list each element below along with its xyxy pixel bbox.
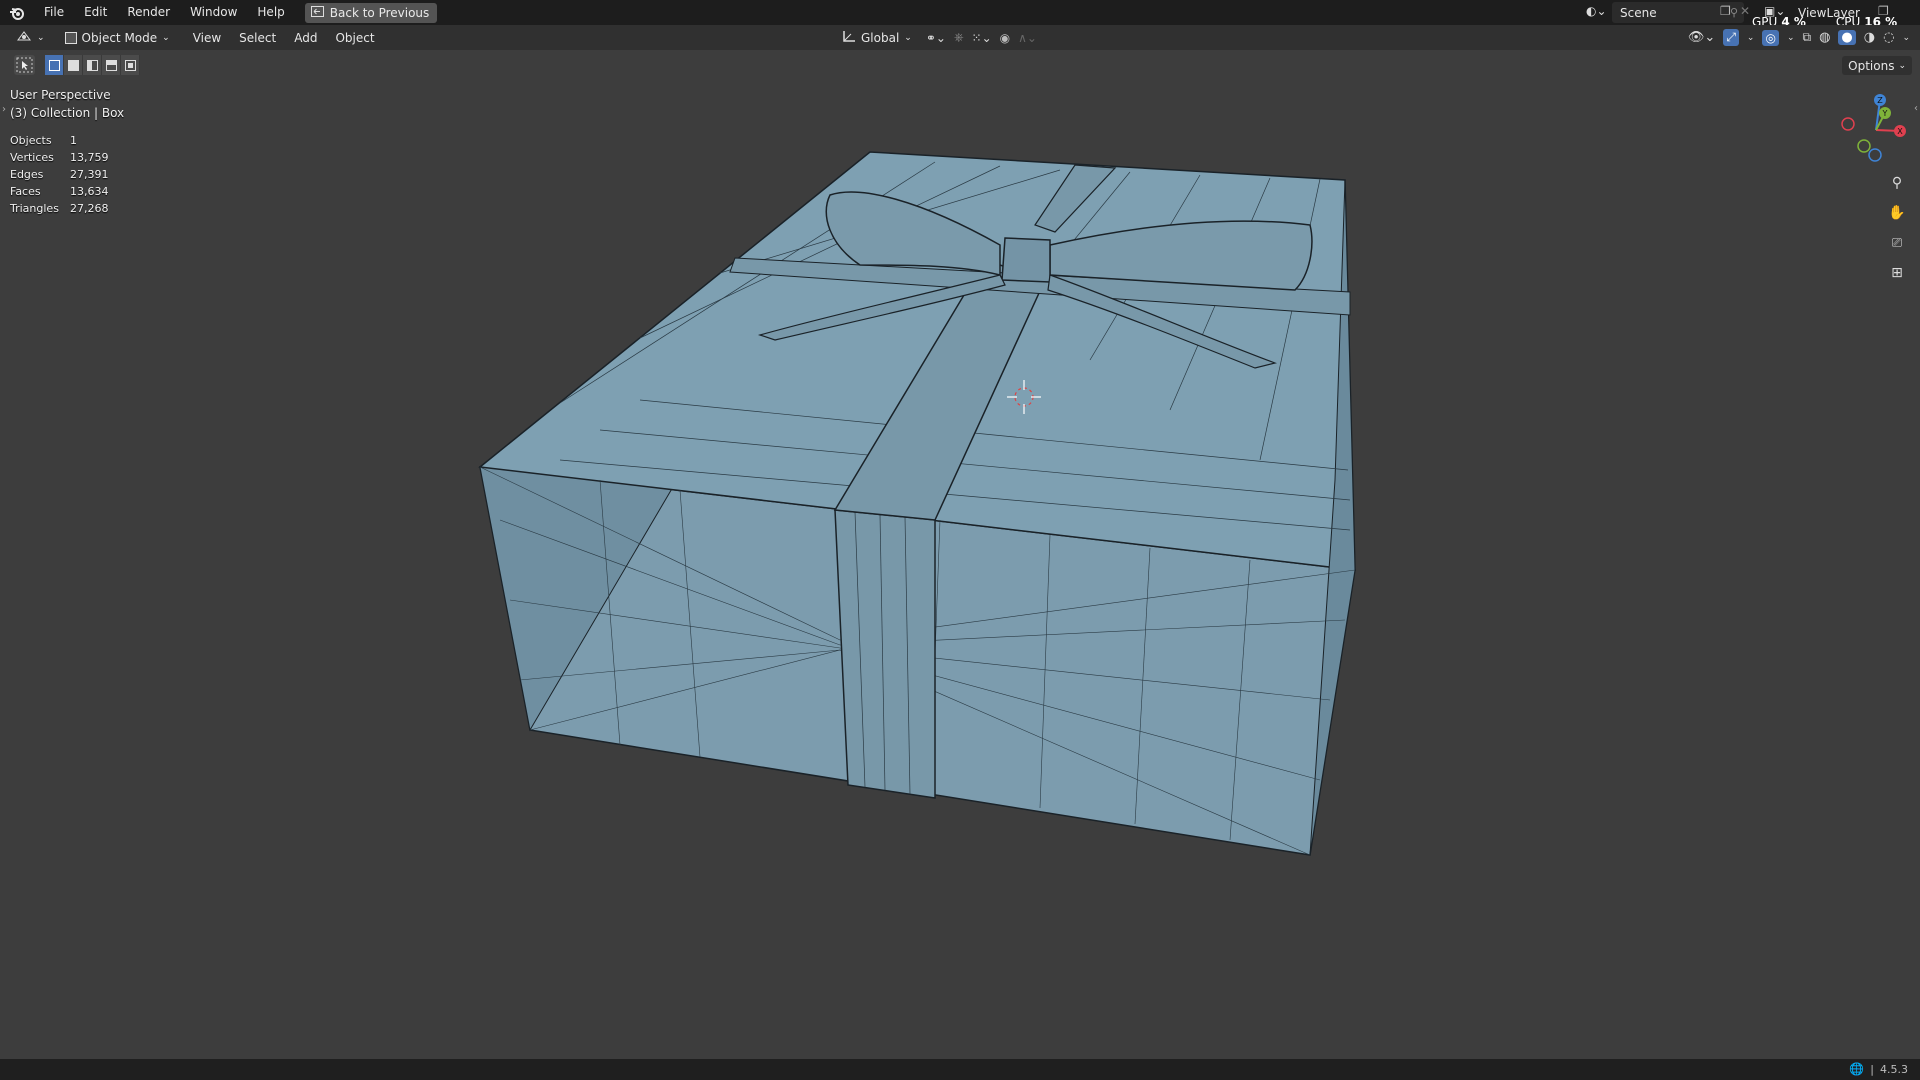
editor-type-dropdown[interactable]: ⌄ xyxy=(10,28,51,47)
chevron-right-icon[interactable]: › xyxy=(2,104,6,115)
viewport-info: User Perspective (3) Collection | Box xyxy=(10,86,124,122)
snap-target-icon[interactable]: ⁙⌄ xyxy=(972,31,992,45)
globe-icon[interactable]: 🌐 xyxy=(1849,1062,1864,1076)
menu-help[interactable]: Help xyxy=(247,0,294,25)
stat-row: Edges 27,391 xyxy=(10,166,109,183)
view-name: User Perspective xyxy=(10,88,111,102)
header-menu-object[interactable]: Object xyxy=(326,31,383,45)
ribbon-front xyxy=(834,509,936,799)
header-menu-add[interactable]: Add xyxy=(285,31,326,45)
transform-orientation-dropdown[interactable]: Global ⌄ xyxy=(836,28,918,47)
navigation-buttons: ⚲ ✋ ⎚ ⊞ xyxy=(1886,172,1908,284)
back-icon xyxy=(310,5,324,20)
stat-row: Vertices 13,759 xyxy=(10,149,109,166)
chevron-down-icon: ⌄ xyxy=(37,32,45,43)
header-menu-view[interactable]: View xyxy=(184,31,230,45)
falloff-icon[interactable]: ∧⌄ xyxy=(1018,31,1037,45)
camera-view-icon[interactable]: ⎚ xyxy=(1886,232,1908,254)
stat-row: Faces 13,634 xyxy=(10,183,109,200)
top-bar: File Edit Render Window Help Back to Pre… xyxy=(0,0,1920,28)
sidebar-toggle-icon[interactable]: ‹ xyxy=(1914,103,1918,114)
overlays-toggle-icon[interactable]: ◎ xyxy=(1762,29,1779,46)
delete-scene-icon[interactable]: ✕ xyxy=(1740,4,1750,18)
bow-knot xyxy=(1001,237,1051,283)
orientation-label: Global xyxy=(861,30,900,45)
visibility-icon[interactable]: 👁⌄ xyxy=(1688,30,1715,45)
zoom-icon[interactable]: ⚲ xyxy=(1886,172,1908,194)
snap-icon[interactable]: ⎈ xyxy=(954,30,964,45)
scene-name: Scene xyxy=(1620,5,1657,20)
pivot-point-icon[interactable]: ⚭⌄ xyxy=(926,31,946,45)
menu-file[interactable]: File xyxy=(34,0,74,25)
chevron-down-icon: ⌄ xyxy=(162,32,170,43)
perspective-toggle-icon[interactable]: ⊞ xyxy=(1886,262,1908,284)
chevron-down-icon[interactable]: ⌄ xyxy=(1902,33,1910,43)
proportional-editing-icon[interactable]: ◉ xyxy=(1000,31,1010,45)
collection-label: (3) Collection | Box xyxy=(10,106,125,120)
object-mode-icon xyxy=(64,31,77,44)
xray-toggle-icon[interactable]: ⧉ xyxy=(1803,30,1812,45)
gizmo-neg-x-icon xyxy=(1841,117,1855,131)
blender-logo-icon[interactable] xyxy=(0,0,34,25)
header-menu-select[interactable]: Select xyxy=(230,31,285,45)
solid-shading-icon[interactable]: ● xyxy=(1838,30,1856,45)
stat-value: 13,759 xyxy=(70,151,109,164)
stat-value: 1 xyxy=(70,134,77,147)
gizmo-x-label: X xyxy=(1897,127,1903,136)
back-to-previous-label: Back to Previous xyxy=(329,5,430,20)
status-bar: 🌐 | 4.5.3 xyxy=(0,1059,1920,1080)
stat-label: Edges xyxy=(10,168,44,181)
stat-label: Triangles xyxy=(10,202,59,215)
gizmo-y-label: Y xyxy=(1882,109,1888,118)
navigation-gizmo[interactable]: Z X Y xyxy=(1830,88,1920,168)
version-label: 4.5.3 xyxy=(1880,1062,1908,1076)
back-to-previous-button[interactable]: Back to Previous xyxy=(304,2,438,23)
menu-window[interactable]: Window xyxy=(180,0,247,25)
pan-hand-icon[interactable]: ✋ xyxy=(1886,202,1908,224)
pin-icon[interactable]: ⚲ xyxy=(1730,6,1738,19)
stat-value: 27,268 xyxy=(70,202,109,215)
stat-label: Objects xyxy=(10,134,52,147)
stat-label: Vertices xyxy=(10,151,54,164)
viewport-shading-tools: 👁⌄ ⤢ ⌄ ◎ ⌄ ⧉ ◍ ● ◑ ◌ ⌄ xyxy=(1688,25,1910,50)
stat-row: Objects 1 xyxy=(10,132,109,149)
object-mode-label: Object Mode xyxy=(81,30,158,45)
stat-label: Faces xyxy=(10,185,41,198)
3d-viewport-icon xyxy=(16,30,32,45)
chevron-down-icon[interactable]: ⌄ xyxy=(1787,33,1795,43)
menu-render[interactable]: Render xyxy=(117,0,180,25)
orientation-icon xyxy=(842,30,856,45)
gizmo-neg-y-icon xyxy=(1857,139,1871,153)
gizmo-neg-z-icon xyxy=(1868,148,1882,162)
viewport-canvas[interactable] xyxy=(0,50,1920,1059)
menu-edit[interactable]: Edit xyxy=(74,0,117,25)
chevron-down-icon: ⌄ xyxy=(904,32,912,43)
wireframe-shading-icon[interactable]: ◍ xyxy=(1819,30,1830,45)
scene-type-icon[interactable]: ◐⌄ xyxy=(1586,4,1607,18)
gift-box-mesh[interactable] xyxy=(478,151,1356,856)
transform-tools: Global ⌄ ⚭⌄ ⎈ ⁙⌄ ◉ ∧⌄ xyxy=(836,25,1037,50)
stat-value: 13,634 xyxy=(70,185,109,198)
scene-statistics: Objects 1 Vertices 13,759 Edges 27,391 Face… xyxy=(10,132,109,217)
new-scene-icon[interactable]: ❐ xyxy=(1720,4,1731,18)
material-shading-icon[interactable]: ◑ xyxy=(1864,30,1875,45)
rendered-shading-icon[interactable]: ◌ xyxy=(1883,30,1894,45)
object-mode-dropdown[interactable]: Object Mode ⌄ xyxy=(59,28,176,47)
gizmo-toggle-icon[interactable]: ⤢ xyxy=(1723,29,1739,46)
version-info: 🌐 | 4.5.3 xyxy=(1849,1062,1908,1076)
chevron-down-icon[interactable]: ⌄ xyxy=(1747,33,1755,43)
gizmo-z-label: Z xyxy=(1877,96,1883,105)
stat-value: 27,391 xyxy=(70,168,109,181)
stat-row: Triangles 27,268 xyxy=(10,200,109,217)
